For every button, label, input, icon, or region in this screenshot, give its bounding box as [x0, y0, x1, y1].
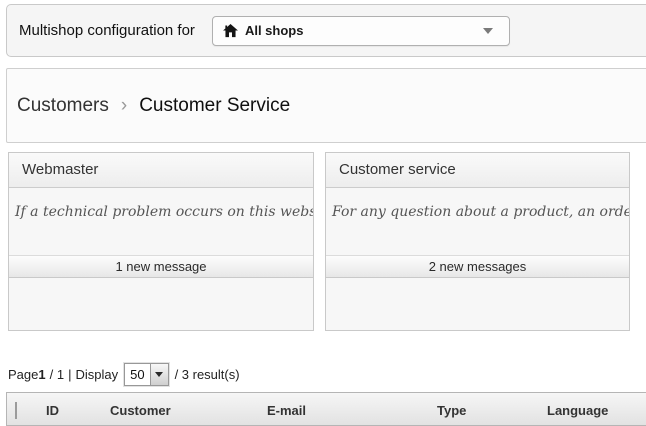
webmaster-new-messages-link[interactable]: 1 new message: [9, 255, 313, 278]
column-header-type: Type: [437, 393, 547, 425]
webmaster-panel: Webmaster If a technical problem occurs …: [8, 152, 314, 331]
chevron-down-icon: [483, 28, 493, 34]
page-size-value: 50: [125, 364, 149, 385]
multishop-label: Multishop configuration for: [19, 22, 195, 39]
column-header-email: E-mail: [267, 393, 437, 425]
customer-service-new-messages-link[interactable]: 2 new messages: [326, 255, 629, 278]
breadcrumb-parent-link[interactable]: Customers: [17, 95, 109, 117]
column-header-language: Language: [547, 393, 646, 425]
pagination-results-count: / 3 result(s): [175, 367, 240, 382]
customer-service-panel: Customer service For any question about …: [325, 152, 630, 331]
pagination-display-label: Display: [75, 367, 118, 382]
select-all-checkbox[interactable]: [15, 402, 17, 419]
column-header-id: ID: [46, 393, 110, 425]
column-header-customer: Customer: [110, 393, 267, 425]
pagination-current-page: 1: [38, 367, 45, 382]
pagination-bar: Page1 / 1 | Display 50 / 3 result(s): [8, 361, 240, 387]
chevron-down-icon: [155, 372, 163, 377]
page-size-select[interactable]: 50: [124, 363, 168, 386]
shop-selector[interactable]: All shops: [212, 16, 510, 46]
page-size-select-button[interactable]: [150, 364, 168, 385]
multishop-bar: Multishop configuration for All shops: [6, 4, 646, 57]
webmaster-panel-title: Webmaster: [9, 153, 313, 188]
home-icon: [223, 24, 238, 38]
pagination-divider: |: [68, 367, 71, 382]
customer-service-panel-title: Customer service: [326, 153, 629, 188]
customer-service-panel-quote: For any question about a product, an ord…: [326, 188, 629, 255]
pagination-total-pages: / 1: [50, 367, 64, 382]
pagination-page-word: Page: [8, 367, 38, 382]
webmaster-panel-quote: If a technical problem occurs on this we…: [9, 188, 313, 255]
breadcrumb: Customers › Customer Service: [6, 68, 646, 143]
page-title: Customer Service: [139, 95, 290, 117]
breadcrumb-separator-icon: ›: [121, 95, 127, 117]
table-header-checkbox-cell: [7, 393, 46, 425]
shop-selector-value: All shops: [245, 23, 304, 38]
message-table-header: ID Customer E-mail Type Language: [6, 392, 646, 426]
